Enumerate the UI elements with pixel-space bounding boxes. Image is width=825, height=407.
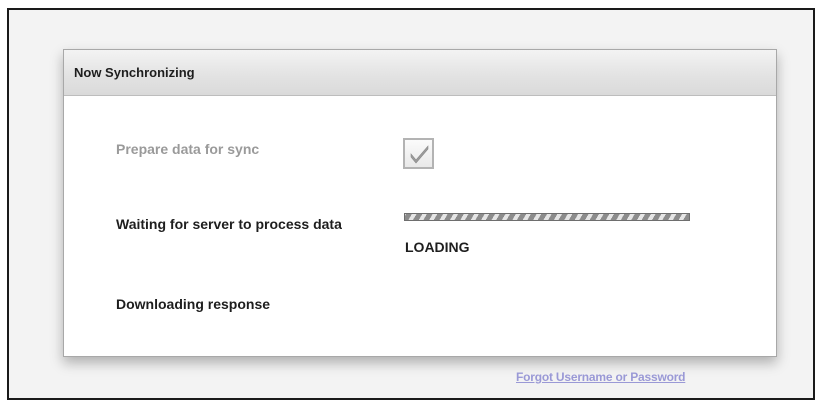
progress-bar <box>404 213 690 221</box>
dialog-header: Now Synchronizing <box>64 50 776 96</box>
progress-bar-fill <box>405 214 689 220</box>
forgot-credentials-link[interactable]: Forgot Username or Password <box>516 370 686 384</box>
step-prepare-data-checkbox <box>403 138 434 169</box>
sync-dialog: Now Synchronizing Prepare data for sync … <box>63 49 777 357</box>
loading-status-text: LOADING <box>405 239 470 255</box>
dialog-title: Now Synchronizing <box>74 65 195 80</box>
step-downloading-label: Downloading response <box>116 296 271 312</box>
step-prepare-data-label: Prepare data for sync <box>116 141 260 157</box>
checkmark-icon <box>410 145 429 164</box>
step-server-processing-label: Waiting for server to process data <box>116 216 342 232</box>
